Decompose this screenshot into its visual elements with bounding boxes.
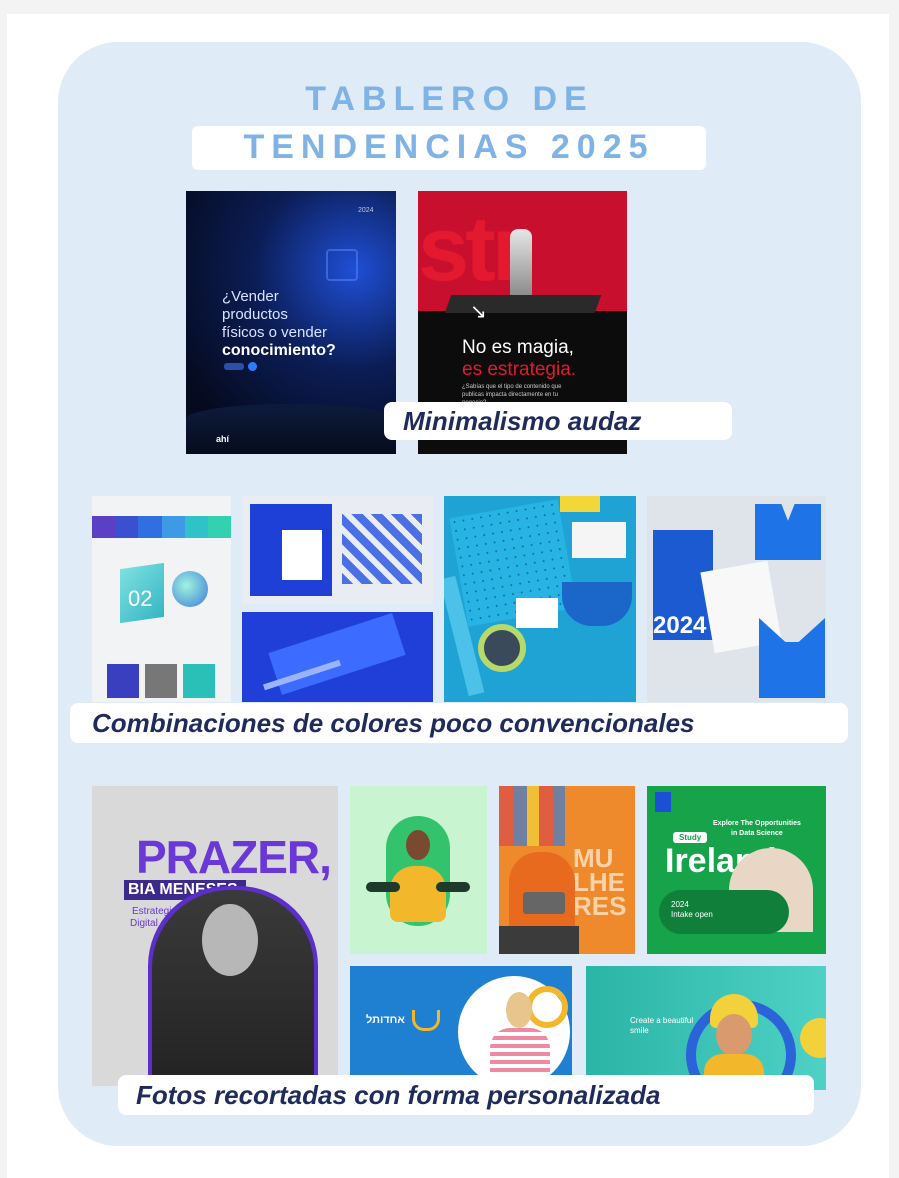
teal-smile-banner-card: Create a beautiful smile <box>586 966 826 1090</box>
intake-year: 2024 <box>671 900 689 909</box>
blue-y-shape-top <box>755 504 821 560</box>
blue-banner-card: אחדותל <box>350 966 572 1090</box>
card1-line2: productos <box>222 306 288 323</box>
card1-button <box>224 363 244 370</box>
palette-number: 02 <box>128 586 153 611</box>
ireland-headline-line1: Explore The Opportunities <box>713 820 801 827</box>
palette-brand-mockup: 02 <box>92 496 231 702</box>
teal-stationery-mockup <box>444 496 636 702</box>
chat-bubble-right <box>436 882 470 892</box>
laptop-icon <box>523 892 565 914</box>
white-business-card <box>572 522 626 558</box>
screen-thumb-2 <box>145 664 177 698</box>
blue-pattern-cards <box>342 514 422 584</box>
screen-thumb-3 <box>183 664 215 698</box>
tape-roll <box>478 624 526 672</box>
section-label-minimalism: Minimalismo audaz <box>403 406 642 436</box>
card1-dot <box>248 362 257 371</box>
bag-icon <box>326 249 358 281</box>
woman-face <box>716 1014 752 1056</box>
mulheres-card: MU LHE RES <box>499 786 635 954</box>
yellow-tag <box>560 496 600 512</box>
card2-big-letters: str <box>418 198 528 300</box>
smile-logo-icon <box>412 1010 440 1031</box>
hebrew-logo-text: אחדותל <box>366 1014 405 1026</box>
intake-open: Intake open <box>671 910 713 919</box>
year-text: 2024 <box>653 612 707 639</box>
card1-line4: conocimiento? <box>222 342 336 359</box>
gradient-sphere <box>172 571 208 607</box>
white-card-small <box>516 598 558 628</box>
blue-brand-mockup: 2024 <box>647 496 826 702</box>
screen-thumb-1 <box>107 664 139 698</box>
wall-posters <box>499 786 565 846</box>
blue-stationery-mockup-bottom <box>242 612 433 702</box>
couch <box>499 926 579 954</box>
mulheres-text: MU LHE RES <box>573 843 627 921</box>
yellow-ring <box>526 986 568 1028</box>
ireland-headline-line2: in Data Science <box>731 830 783 837</box>
prazer-title: PRAZER, <box>136 831 332 883</box>
chess-king-icon <box>510 229 532 297</box>
prazer-portrait-card: PRAZER, BIA MENESES, Estrategista Digita… <box>92 786 338 1086</box>
card2-line2: es estrategia. <box>462 359 577 380</box>
card1-line3: físicos o vender <box>222 324 328 341</box>
section-label-colors: Combinaciones de colores poco convencion… <box>92 708 695 738</box>
card-top-right-text: 2024 <box>358 207 374 214</box>
yellow-half-circle <box>800 1018 826 1058</box>
card2-line1: No es magia, <box>462 337 574 358</box>
chessboard-shadow <box>444 295 602 313</box>
rocks-silhouette <box>186 404 396 454</box>
card1-line1: ¿Vender <box>222 288 279 305</box>
section-label-cutouts: Fotos recortadas con forma personalizada <box>136 1080 661 1110</box>
minimalism-card-dark-blue: 2024 ¿Vender productos físicos o vender … <box>186 191 396 454</box>
person-yellow-sweater <box>390 866 446 922</box>
person-face <box>202 904 258 976</box>
color-swatches <box>92 516 231 538</box>
blue-y-shape-bottom <box>759 618 825 698</box>
green-person-card <box>350 786 487 954</box>
ireland-study-card: Explore The Opportunities in Data Scienc… <box>647 786 826 954</box>
card1-brand: ahí <box>216 434 230 444</box>
university-logo <box>655 792 671 812</box>
board-title-line2: TENDENCIAS 2025 <box>243 128 655 166</box>
board-title-line1: TABLERO DE <box>305 80 594 118</box>
chat-bubble-left <box>366 882 400 892</box>
white-card <box>282 530 322 580</box>
blue-envelope <box>562 582 632 626</box>
blue-stationery-mockup-top <box>242 496 433 604</box>
woman-head <box>506 992 532 1028</box>
person-head <box>406 830 430 860</box>
arrow-icon: ↘ <box>470 301 487 323</box>
notebook-mockup <box>268 612 406 696</box>
